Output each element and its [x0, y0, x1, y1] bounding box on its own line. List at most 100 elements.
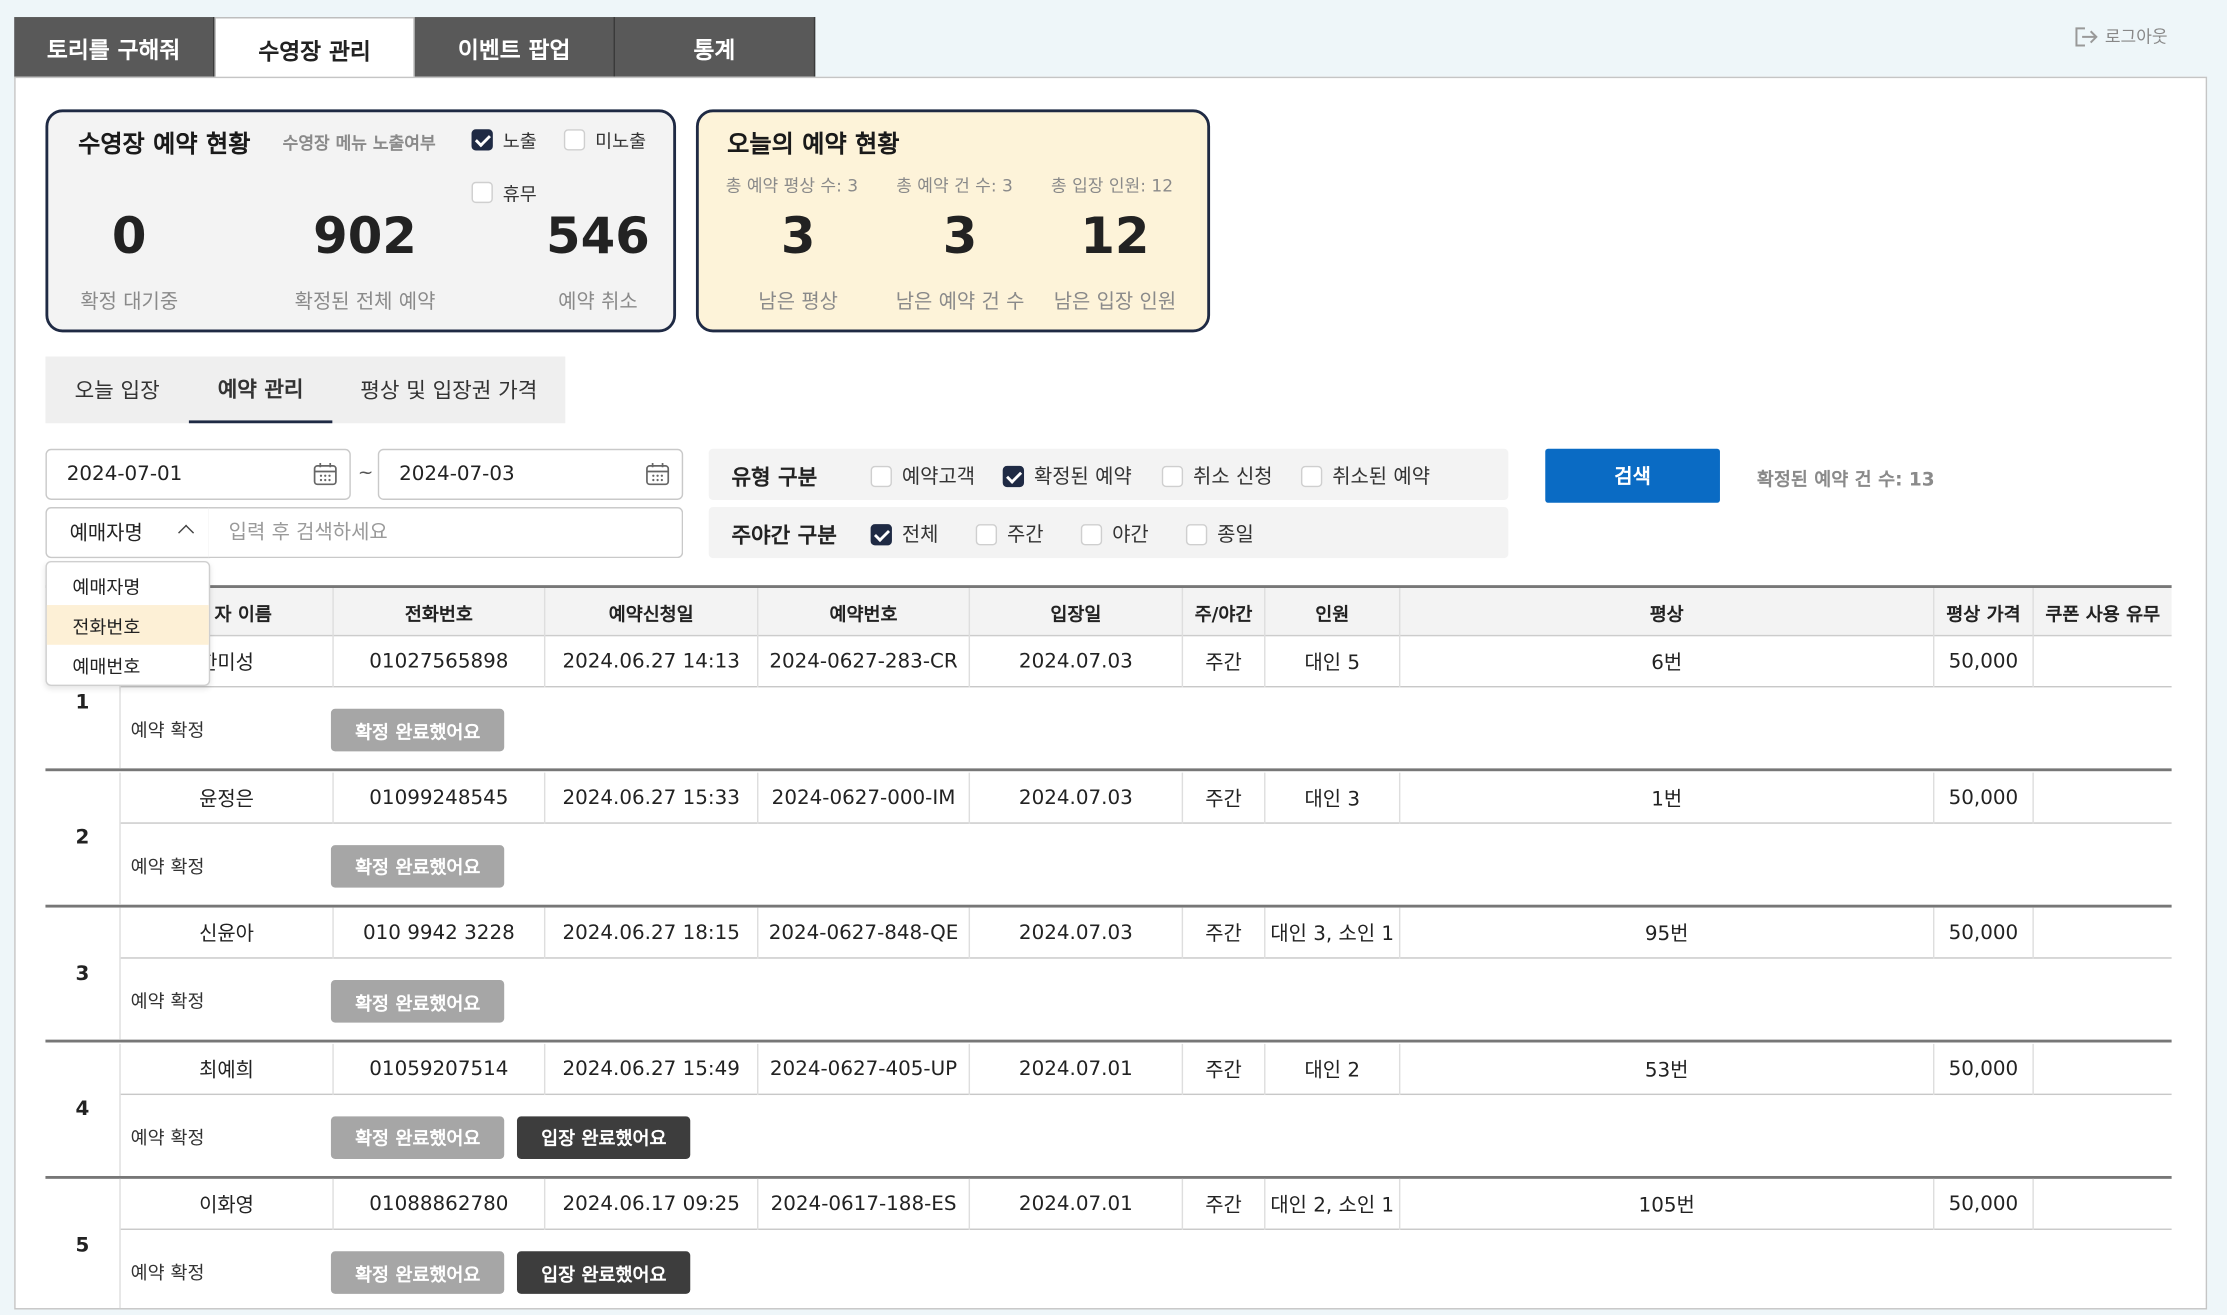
remaining-bookings-label: 남은 예약 건 수 — [895, 291, 1025, 314]
pending-count: 0 — [111, 208, 147, 266]
cancelled-count: 546 — [546, 208, 650, 266]
daynight-fullday-checkbox[interactable]: 종일 — [1185, 520, 1254, 548]
search-type-dropdown: 예매자명 전화번호 예매번호 — [45, 561, 211, 686]
cell-entry-date: 2024.07.03 — [970, 907, 1184, 959]
col-header-deck: 평상 — [1400, 587, 1935, 637]
remaining-decks-label: 남은 평상 — [758, 291, 838, 314]
dropdown-option-name[interactable]: 예매자명 — [47, 565, 209, 605]
logout-label: 로그아웃 — [2104, 26, 2168, 47]
cell-people: 대인 5 — [1265, 636, 1401, 688]
daynight-night-checkbox[interactable]: 야간 — [1080, 520, 1149, 548]
remaining-bookings-count: 3 — [942, 208, 978, 266]
logout-button[interactable]: 로그아웃 — [2074, 24, 2168, 48]
menu-visibility-label: 수영장 메뉴 노출여부 — [282, 133, 436, 154]
type-cancelled-checkbox[interactable]: 취소된 예약 — [1300, 462, 1431, 490]
table-row: 5 이화영 01088862780 2024.06.17 09:25 2024-0617… — [45, 1178, 2172, 1309]
subtab-deck-prices[interactable]: 평상 및 입장권 가격 — [332, 356, 565, 423]
remaining-decks-count: 3 — [780, 208, 816, 266]
cell-coupon — [2034, 1043, 2172, 1094]
daynight-day-label: 주간 — [1006, 524, 1044, 547]
pool-status-title: 수영장 예약 현황 — [78, 130, 251, 160]
closed-checkbox[interactable]: 휴무 — [471, 179, 537, 206]
type-confirmed-checkbox[interactable]: 확정된 예약 — [1002, 462, 1132, 490]
col-header-people: 인원 — [1265, 587, 1401, 637]
cell-coupon — [2034, 1179, 2172, 1230]
dropdown-option-booking-number[interactable]: 예매번호 — [47, 645, 209, 685]
cell-name: 신윤아 — [121, 907, 334, 959]
sub-tab-bar: 오늘 입장 예약 관리 평상 및 입장권 가격 — [45, 356, 566, 424]
cell-deck-price: 50,000 — [1934, 636, 2034, 688]
tab-pool-management[interactable]: 수영장 관리 — [214, 17, 415, 80]
confirm-label: 예약 확정 — [130, 856, 205, 878]
table-row: 2 윤정은 01099248545 2024.06.27 15:33 2024-0627… — [45, 771, 2172, 907]
search-type-value: 예매자명 — [69, 522, 143, 546]
confirm-label: 예약 확정 — [130, 1127, 205, 1150]
col-header-code: 예약번호 — [758, 587, 971, 637]
table-row: 4 최예희 01059207514 2024.06.27 15:49 2024-0627… — [45, 1043, 2172, 1179]
row-number: 4 — [45, 1043, 121, 1176]
date-to-input[interactable]: 2024-07-03 — [377, 448, 684, 500]
row-details: 최예희 01059207514 2024.06.27 15:49 2024-0627-… — [120, 1043, 2172, 1095]
row-details: 신윤아 010 9942 3228 2024.06.27 18:15 2024-062… — [120, 907, 2172, 959]
cell-applied-date: 2024.06.27 14:13 — [545, 636, 759, 688]
daynight-day-checkbox[interactable]: 주간 — [975, 520, 1044, 548]
type-cancel-request-checkbox[interactable]: 취소 신청 — [1161, 462, 1273, 490]
search-input[interactable] — [208, 507, 684, 559]
cell-deck: 95번 — [1400, 907, 1935, 959]
cell-name: 이화영 — [121, 1178, 334, 1230]
type-customer-label: 예약고객 — [901, 465, 976, 489]
cell-entry-date: 2024.07.01 — [970, 1043, 1184, 1095]
cell-deck-price: 50,000 — [1934, 771, 2034, 824]
dropdown-option-phone[interactable]: 전화번호 — [46, 605, 209, 645]
cell-daynight: 주간 — [1183, 1043, 1266, 1095]
hidden-checkbox[interactable]: 미노출 — [563, 126, 646, 153]
pool-status-card: 수영장 예약 현황 수영장 메뉴 노출여부 노출 미노출 휴무 0 확정 대기중… — [45, 109, 677, 333]
confirm-complete-button[interactable]: 확정 완료했어요 — [330, 708, 505, 752]
cell-deck: 6번 — [1400, 636, 1935, 688]
remaining-visitors-count: 12 — [1080, 208, 1150, 266]
cell-phone: 01059207514 — [334, 1043, 546, 1095]
cell-name: 최예희 — [121, 1043, 334, 1095]
checkbox-unchecked-icon — [563, 129, 586, 151]
confirm-complete-button[interactable]: 확정 완료했어요 — [330, 979, 505, 1023]
confirm-complete-button[interactable]: 확정 완료했어요 — [330, 1251, 505, 1294]
type-cancelled-label: 취소된 예약 — [1332, 465, 1431, 489]
confirm-complete-button[interactable]: 확정 완료했어요 — [330, 844, 505, 887]
checkbox-unchecked-icon — [1080, 523, 1103, 545]
tab-statistics[interactable]: 통계 — [614, 17, 816, 79]
type-filter-box: 유형 구분 예약고객 확정된 예약 취소 신청 취소된 예약 — [708, 448, 1509, 500]
type-customer-checkbox[interactable]: 예약고객 — [870, 462, 976, 490]
calendar-icon[interactable] — [312, 462, 338, 488]
cell-people: 대인 2 — [1265, 1043, 1401, 1095]
daynight-all-checkbox[interactable]: 전체 — [870, 520, 939, 548]
checkbox-unchecked-icon — [1300, 465, 1323, 487]
subtab-today-entry[interactable]: 오늘 입장 — [45, 356, 188, 423]
checkbox-unchecked-icon — [1185, 523, 1208, 545]
total-bookings: 총 예약 건 수: 3 — [896, 176, 1013, 196]
table-header: 자 이름 전화번호 예약신청일 예약번호 입장일 주/야간 인원 평상 평상 가… — [45, 585, 2172, 637]
search-type-select[interactable]: 예매자명 — [45, 507, 211, 559]
confirm-complete-button[interactable]: 확정 완료했어요 — [330, 1115, 505, 1159]
date-to-value: 2024-07-03 — [399, 463, 515, 486]
daynight-all-label: 전체 — [901, 524, 939, 547]
cell-coupon — [2034, 908, 2172, 959]
cell-people: 대인 3 — [1265, 771, 1401, 824]
cell-daynight: 주간 — [1183, 1178, 1266, 1230]
checkbox-checked-icon — [870, 523, 892, 545]
tab-tori[interactable]: 토리를 구해줘 — [14, 17, 215, 79]
entry-complete-button[interactable]: 입장 완료했어요 — [516, 1251, 691, 1294]
tab-event-popup[interactable]: 이벤트 팝업 — [414, 17, 615, 79]
entry-complete-button[interactable]: 입장 완료했어요 — [516, 1115, 691, 1159]
calendar-icon[interactable] — [645, 462, 671, 488]
top-tab-bar: 토리를 구해줘 수영장 관리 이벤트 팝업 통계 — [14, 17, 816, 80]
search-button[interactable]: 검색 — [1545, 448, 1720, 503]
subtab-reservation-management[interactable]: 예약 관리 — [188, 356, 333, 424]
row-details: 이화영 01088862780 2024.06.17 09:25 2024-0617-… — [120, 1178, 2172, 1230]
date-from-input[interactable]: 2024-07-01 — [45, 448, 351, 500]
cell-deck: 53번 — [1400, 1043, 1935, 1095]
main-panel: 수영장 예약 현황 수영장 메뉴 노출여부 노출 미노출 휴무 0 확정 대기중… — [14, 76, 2208, 1310]
visible-checkbox[interactable]: 노출 — [471, 126, 537, 153]
cell-phone: 01027565898 — [334, 636, 546, 688]
col-header-applied: 예약신청일 — [545, 587, 759, 637]
daynight-fullday-label: 종일 — [1217, 524, 1254, 547]
